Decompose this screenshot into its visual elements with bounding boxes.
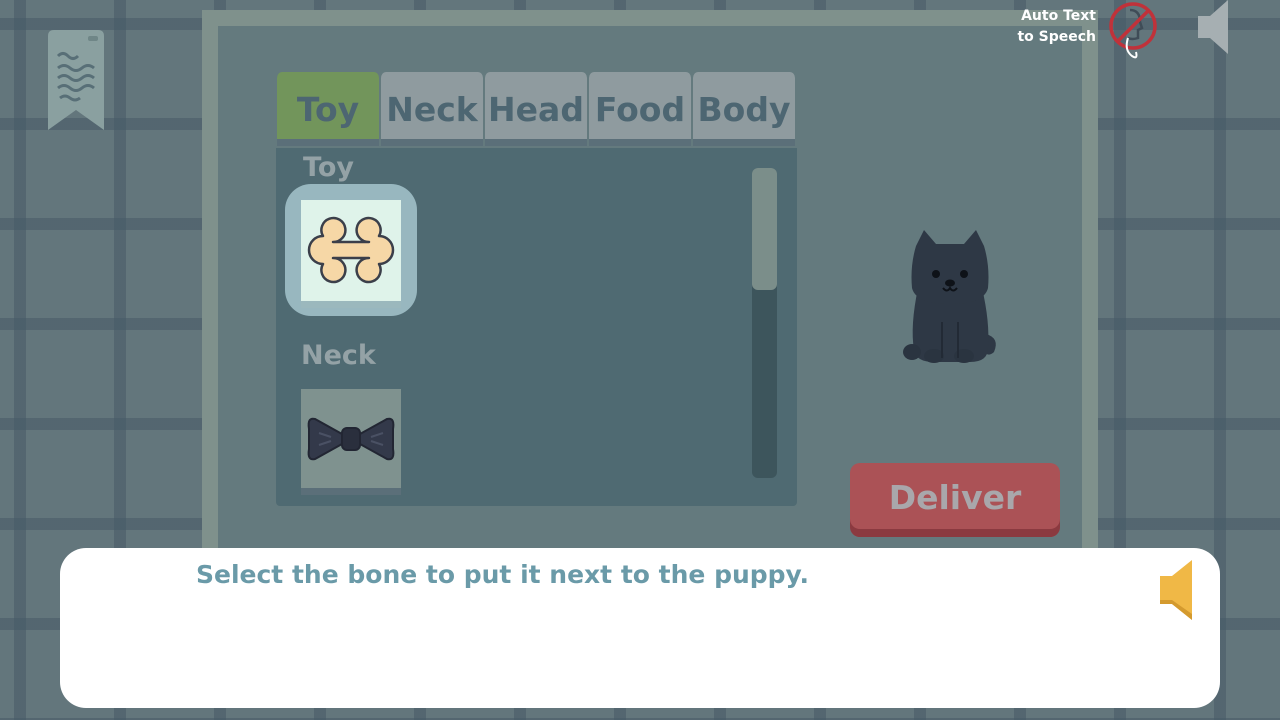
tab-neck[interactable]: Neck	[380, 72, 484, 146]
puppy-character	[903, 230, 996, 363]
auto-tts-label-line1: Auto Text	[1021, 8, 1096, 24]
bone-tile	[301, 200, 401, 308]
tab-food[interactable]: Food	[588, 72, 692, 146]
bone-icon	[307, 216, 395, 284]
dialog-text: Select the bone to put it next to the pu…	[196, 560, 810, 589]
category-tabs: Toy Neck Head Food Body	[276, 72, 796, 148]
tts-disabled-icon[interactable]	[1106, 0, 1160, 62]
bow-tie-item-slot[interactable]	[301, 389, 401, 495]
deliver-button[interactable]: Deliver	[850, 463, 1060, 537]
bone-item-slot[interactable]	[285, 184, 417, 316]
speaker-muted-icon[interactable]	[1196, 0, 1230, 54]
inventory-scrollbar[interactable]	[752, 168, 777, 478]
journal-icon[interactable]	[48, 30, 104, 132]
dialog-box: Select the bone to put it next to the pu…	[60, 548, 1220, 708]
bow-tie-icon	[307, 417, 395, 461]
tab-body[interactable]: Body	[692, 72, 796, 146]
tab-head[interactable]: Head	[484, 72, 588, 146]
section-label-toy: Toy	[303, 152, 354, 183]
inventory-panel: Toy Neck	[276, 148, 797, 506]
tab-toy[interactable]: Toy	[276, 72, 380, 146]
section-label-neck: Neck	[301, 340, 376, 371]
read-aloud-speaker-icon[interactable]	[1158, 558, 1194, 622]
auto-tts-label-line2: to Speech	[1017, 29, 1096, 45]
scrollbar-thumb[interactable]	[752, 168, 777, 290]
auto-tts-label: Auto Text to Speech	[1010, 6, 1096, 48]
